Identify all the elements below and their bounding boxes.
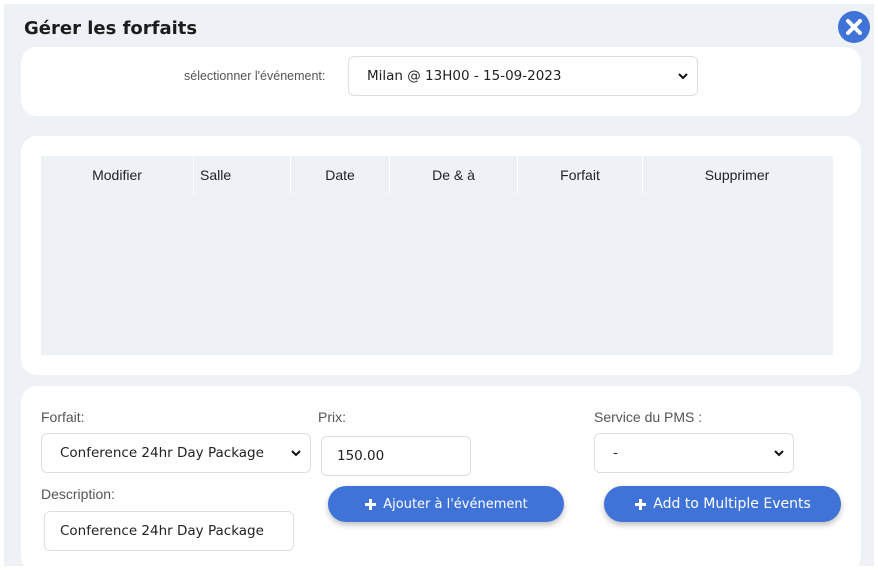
add-to-event-label: Ajouter à l'événement bbox=[383, 496, 528, 512]
packages-table: Modifier Salle Date De & à Forfait Suppr… bbox=[41, 156, 833, 355]
column-header-forfait: Forfait bbox=[518, 156, 643, 194]
modal-title: Gérer les forfaits bbox=[24, 18, 198, 39]
packages-table-card: Modifier Salle Date De & à Forfait Suppr… bbox=[21, 136, 861, 375]
plus-icon bbox=[365, 498, 377, 510]
table-header: Modifier Salle Date De & à Forfait Suppr… bbox=[41, 156, 831, 194]
column-header-modifier: Modifier bbox=[41, 156, 194, 194]
close-button[interactable] bbox=[838, 11, 870, 43]
pms-service-label: Service du PMS : bbox=[594, 409, 703, 425]
event-select-card: sélectionner l'événement: Milan @ 13H00 … bbox=[21, 47, 861, 116]
prix-label: Prix: bbox=[318, 409, 346, 425]
manage-packages-modal: Gérer les forfaits sélectionner l'événem… bbox=[4, 4, 874, 572]
plus-icon bbox=[635, 498, 647, 510]
pms-service-select-value: - bbox=[613, 445, 618, 461]
pms-service-select[interactable]: - bbox=[594, 433, 794, 473]
description-label: Description: bbox=[41, 486, 115, 502]
chevron-down-icon bbox=[678, 73, 688, 80]
event-select[interactable]: Milan @ 13H00 - 15-09-2023 bbox=[348, 56, 698, 96]
column-header-supprimer: Supprimer bbox=[704, 167, 770, 183]
add-to-event-button[interactable]: Ajouter à l'événement bbox=[328, 486, 564, 522]
add-to-multiple-events-label: Add to Multiple Events bbox=[653, 496, 811, 512]
prix-input[interactable]: 150.00 bbox=[321, 436, 471, 476]
forfait-select[interactable]: Conference 24hr Day Package bbox=[41, 433, 311, 473]
chevron-down-icon bbox=[774, 450, 784, 457]
column-header-date: Date bbox=[291, 156, 390, 194]
column-header-salle: Salle bbox=[194, 156, 291, 194]
event-select-label: sélectionner l'événement: bbox=[184, 69, 326, 83]
prix-input-value: 150.00 bbox=[337, 448, 385, 464]
chevron-down-icon bbox=[291, 450, 301, 457]
add-to-multiple-events-button[interactable]: Add to Multiple Events bbox=[604, 486, 841, 522]
add-package-form: Forfait: Conference 24hr Day Package Pri… bbox=[21, 386, 861, 572]
forfait-label: Forfait: bbox=[41, 409, 85, 425]
forfait-select-value: Conference 24hr Day Package bbox=[60, 445, 264, 461]
column-header-de-a: De & à bbox=[390, 156, 518, 194]
event-select-value: Milan @ 13H00 - 15-09-2023 bbox=[367, 68, 562, 84]
close-icon bbox=[846, 19, 862, 35]
description-input[interactable]: Conference 24hr Day Package bbox=[44, 511, 294, 551]
description-input-value: Conference 24hr Day Package bbox=[60, 523, 264, 539]
